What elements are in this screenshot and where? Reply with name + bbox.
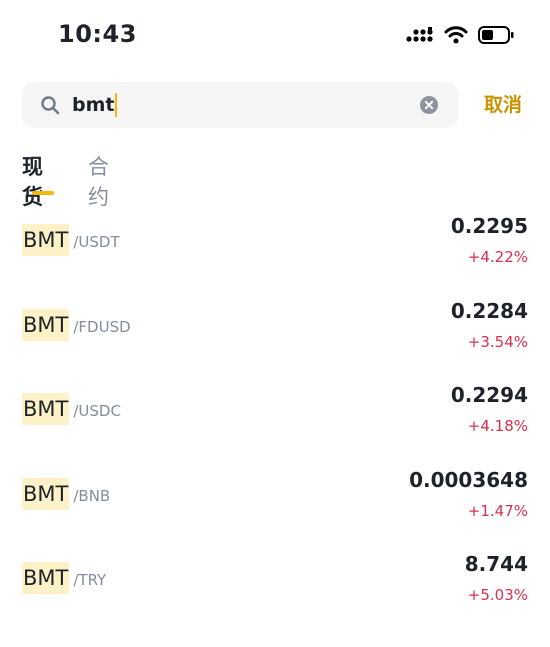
search-box[interactable]: bmt xyxy=(22,82,458,128)
cancel-button[interactable]: 取消 xyxy=(484,90,522,120)
price-change: +3.54% xyxy=(467,333,528,351)
last-price: 0.2284 xyxy=(450,299,528,323)
market-row[interactable]: BMT /USDC 0.2294 +4.18% xyxy=(0,369,550,453)
search-input[interactable]: bmt xyxy=(72,88,118,122)
trading-pair: BMT /FDUSD xyxy=(22,309,131,341)
base-asset: BMT xyxy=(22,224,70,256)
trading-pair: BMT /USDT xyxy=(22,224,120,256)
text-caret xyxy=(115,93,118,117)
trading-pair: BMT /USDC xyxy=(22,393,121,425)
quote-asset: /BNB xyxy=(73,487,111,505)
quote-asset: /USDT xyxy=(73,233,120,251)
last-price: 0.2294 xyxy=(450,383,528,407)
status-icons xyxy=(406,26,514,44)
quote-asset: /TRY xyxy=(73,571,107,589)
price-change: +5.03% xyxy=(467,586,528,604)
market-row[interactable]: BMT /TRY 8.744 +5.03% xyxy=(0,538,550,622)
last-price: 0.0003648 xyxy=(409,468,528,492)
tab-active-indicator xyxy=(32,191,54,195)
search-row: bmt 取消 xyxy=(22,82,532,128)
quote-asset: /USDC xyxy=(73,402,121,420)
quote-asset: /FDUSD xyxy=(73,318,131,336)
search-icon xyxy=(40,95,60,115)
market-row[interactable]: BMT /FDUSD 0.2284 +3.54% xyxy=(0,285,550,369)
wifi-icon xyxy=(444,26,468,44)
battery-icon xyxy=(478,26,514,44)
search-query: bmt xyxy=(72,94,115,116)
price-change: +4.22% xyxy=(467,248,528,266)
market-row[interactable]: BMT /BNB 0.0003648 +1.47% xyxy=(0,454,550,538)
clear-icon[interactable] xyxy=(420,96,438,114)
trading-pair: BMT /BNB xyxy=(22,478,110,510)
market-row[interactable]: BMT /USDT 0.2295 +4.22% xyxy=(0,200,550,284)
base-asset: BMT xyxy=(22,562,70,594)
status-bar: 10:43 xyxy=(0,0,550,72)
base-asset: BMT xyxy=(22,309,70,341)
base-asset: BMT xyxy=(22,393,70,425)
last-price: 8.744 xyxy=(464,552,528,576)
trading-pair: BMT /TRY xyxy=(22,562,106,594)
signal-icon xyxy=(406,27,434,43)
status-time: 10:43 xyxy=(58,20,137,48)
price-change: +4.18% xyxy=(467,417,528,435)
base-asset: BMT xyxy=(22,478,70,510)
price-change: +1.47% xyxy=(467,502,528,520)
last-price: 0.2295 xyxy=(450,214,528,238)
